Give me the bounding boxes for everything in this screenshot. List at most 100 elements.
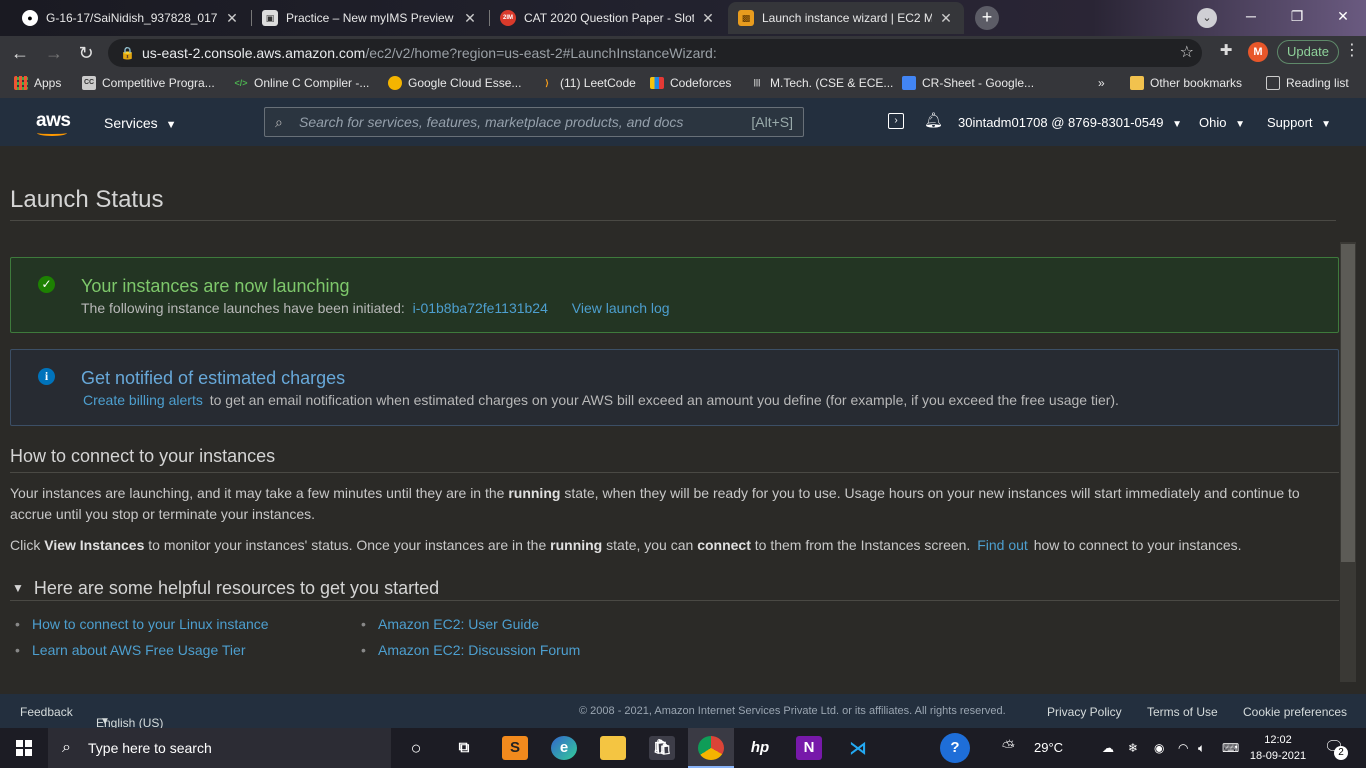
resources-section-toggle[interactable]: ▼ Here are some helpful resources to get … [12,578,439,599]
cloudshell-icon[interactable]: › [888,113,904,129]
windows-taskbar: ⌕ Type here to search ○ ⧉ S e 🛍︎ hp N ⋊ … [0,728,1366,768]
aws-smile-icon [37,130,67,136]
qwiklabs-icon [388,76,402,90]
reload-icon[interactable]: ↻ [74,41,98,65]
view-launch-log-link[interactable]: View launch log [572,300,670,316]
cortana-icon[interactable]: ○ [403,736,429,760]
apps-grid-icon [14,76,28,90]
find-out-link[interactable]: Find out [977,537,1028,553]
edge-icon[interactable]: e [551,736,577,760]
help-icon[interactable]: ? [940,733,970,763]
tab-github[interactable]: ● G-16-17/SaiNidish_937828_017 ✕ [12,2,250,34]
system-clock[interactable]: 12:02 18-09-2021 [1248,732,1308,764]
leetcode-icon: ⟩ [544,78,550,88]
bookmark-google-cloud[interactable]: Google Cloud Esse... [380,76,529,90]
services-menu[interactable]: Services ▼ [104,115,176,131]
tab-ec2-launch[interactable]: ▩ Launch instance wizard | EC2 M... ✕ [728,2,964,34]
bookmark-online-c-compiler[interactable]: </> Online C Compiler -... [226,76,377,90]
taskbar-search[interactable]: ⌕ Type here to search [48,728,391,768]
restore-icon[interactable]: ❐ [1274,0,1320,32]
resource-link-linux-connect[interactable]: How to connect to your Linux instance [15,616,269,632]
main-content: Launch Status ✓ Your instances are now l… [0,146,1366,694]
codeforces-icon [650,77,664,89]
support-menu[interactable]: Support ▼ [1267,115,1331,130]
task-view-icon[interactable]: ⧉ [451,736,477,760]
tab-cat-paper[interactable]: 2IM CAT 2020 Question Paper - Slot ✕ [490,2,726,34]
notification-count-badge: 2 [1334,746,1348,760]
resource-link-ec2-forum[interactable]: Amazon EC2: Discussion Forum [361,642,580,658]
onedrive-icon[interactable]: ☁ [1102,728,1114,768]
cc-icon: CC [82,76,96,90]
close-icon[interactable]: ✕ [462,10,478,27]
bookmarks-overflow[interactable]: » [1090,76,1113,90]
aws-logo[interactable]: aws [36,110,71,136]
update-button[interactable]: Update [1277,40,1339,64]
text: to them from the Instances screen. [754,537,971,553]
store-icon[interactable]: 🛍︎ [649,736,675,760]
minimize-icon[interactable]: ─ [1228,0,1274,32]
weather-icon[interactable]: ⛅︎ [1002,728,1015,768]
hp-icon[interactable]: hp [747,736,773,760]
sublime-icon[interactable]: S [502,736,528,760]
forward-icon[interactable]: → [42,41,66,65]
aws-box-icon: ▩ [738,10,754,26]
notifications-bell-icon[interactable]: 🔔︎ [924,111,943,129]
extensions-puzzle-icon[interactable]: ✚ [1216,41,1236,61]
divider [10,600,1339,601]
tab-myims[interactable]: ▣ Practice – New myIMS Preview ✕ [252,2,488,34]
bookmark-mtech[interactable]: ||| M.Tech. (CSE & ECE... [742,76,901,90]
back-icon[interactable]: ← [8,41,32,65]
bookmark-star-icon[interactable]: ☆ [1180,39,1194,67]
tab-title: Practice – New myIMS Preview [286,11,454,25]
reading-list[interactable]: Reading list [1258,76,1357,90]
chrome-icon[interactable] [698,736,724,760]
close-icon[interactable]: ✕ [224,10,240,27]
feedback-link[interactable]: Feedback [20,705,73,719]
bookmark-cr-sheet[interactable]: CR-Sheet - Google... [894,76,1042,90]
cookie-preferences-link[interactable]: Cookie preferences [1243,705,1347,719]
instance-id-link[interactable]: i-01b8ba72fe1131b24 [413,300,548,316]
address-bar[interactable]: 🔒 us-east-2.console.aws.amazon.com/ec2/v… [108,39,1202,67]
other-bookmarks[interactable]: Other bookmarks [1122,76,1250,90]
bookmark-label: M.Tech. (CSE & ECE... [770,76,894,90]
caret-down-icon: ▼ [165,119,177,131]
volume-icon[interactable]: 🔈︎ [1198,728,1205,768]
nvidia-icon[interactable]: ◉ [1154,728,1164,768]
view-instances-bold: View Instances [44,537,145,553]
wifi-icon[interactable]: ◠ [1178,728,1188,768]
profile-avatar[interactable]: M [1248,42,1268,62]
search-icon: ⌕ [62,739,71,756]
onenote-icon[interactable]: N [796,736,822,760]
support-label: Support [1267,115,1313,130]
windows-start-icon[interactable] [16,740,32,756]
scrollbar[interactable] [1340,242,1356,682]
new-tab-button[interactable]: + [975,6,999,30]
window-close-icon[interactable]: ✕ [1320,0,1366,32]
create-billing-alerts-link[interactable]: Create billing alerts [83,392,203,408]
privacy-policy-link[interactable]: Privacy Policy [1047,705,1122,719]
bookmark-apps[interactable]: Apps [6,76,69,90]
snowflake-icon[interactable]: ❄ [1128,728,1138,768]
connect-bold: connect [697,537,751,553]
terms-of-use-link[interactable]: Terms of Use [1147,705,1218,719]
google-sheets-icon [902,76,916,90]
region-menu[interactable]: Ohio ▼ [1199,115,1245,130]
resource-link-ec2-user-guide[interactable]: Amazon EC2: User Guide [361,616,539,632]
file-explorer-icon[interactable] [600,736,626,760]
bookmark-codeforces[interactable]: Codeforces [642,76,739,90]
bookmark-competitive-programming[interactable]: CC Competitive Progra... [74,76,223,90]
tab-search-icon[interactable]: ⌄ [1197,8,1217,28]
resource-link-free-tier[interactable]: Learn about AWS Free Usage Tier [15,642,246,658]
language-icon[interactable]: ⌨ [1222,728,1239,768]
close-icon[interactable]: ✕ [700,10,716,27]
browser-tab-strip: ● G-16-17/SaiNidish_937828_017 ✕ ▣ Pract… [0,0,1366,36]
bookmark-leetcode[interactable]: ⟩ (11) LeetCode [532,76,644,90]
menu-kebab-icon[interactable]: ⋮ [1344,40,1360,60]
vscode-icon[interactable]: ⋊ [845,736,871,760]
account-menu[interactable]: 30intadm01708 @ 8769-8301-0549 ▼ [958,115,1182,130]
console-search-input[interactable]: ⌕ Search for services, features, marketp… [264,107,804,137]
temperature[interactable]: 29°C [1034,728,1063,768]
bookmark-label: Reading list [1286,76,1349,90]
close-icon[interactable]: ✕ [938,10,954,27]
scrollbar-thumb[interactable] [1341,244,1355,562]
